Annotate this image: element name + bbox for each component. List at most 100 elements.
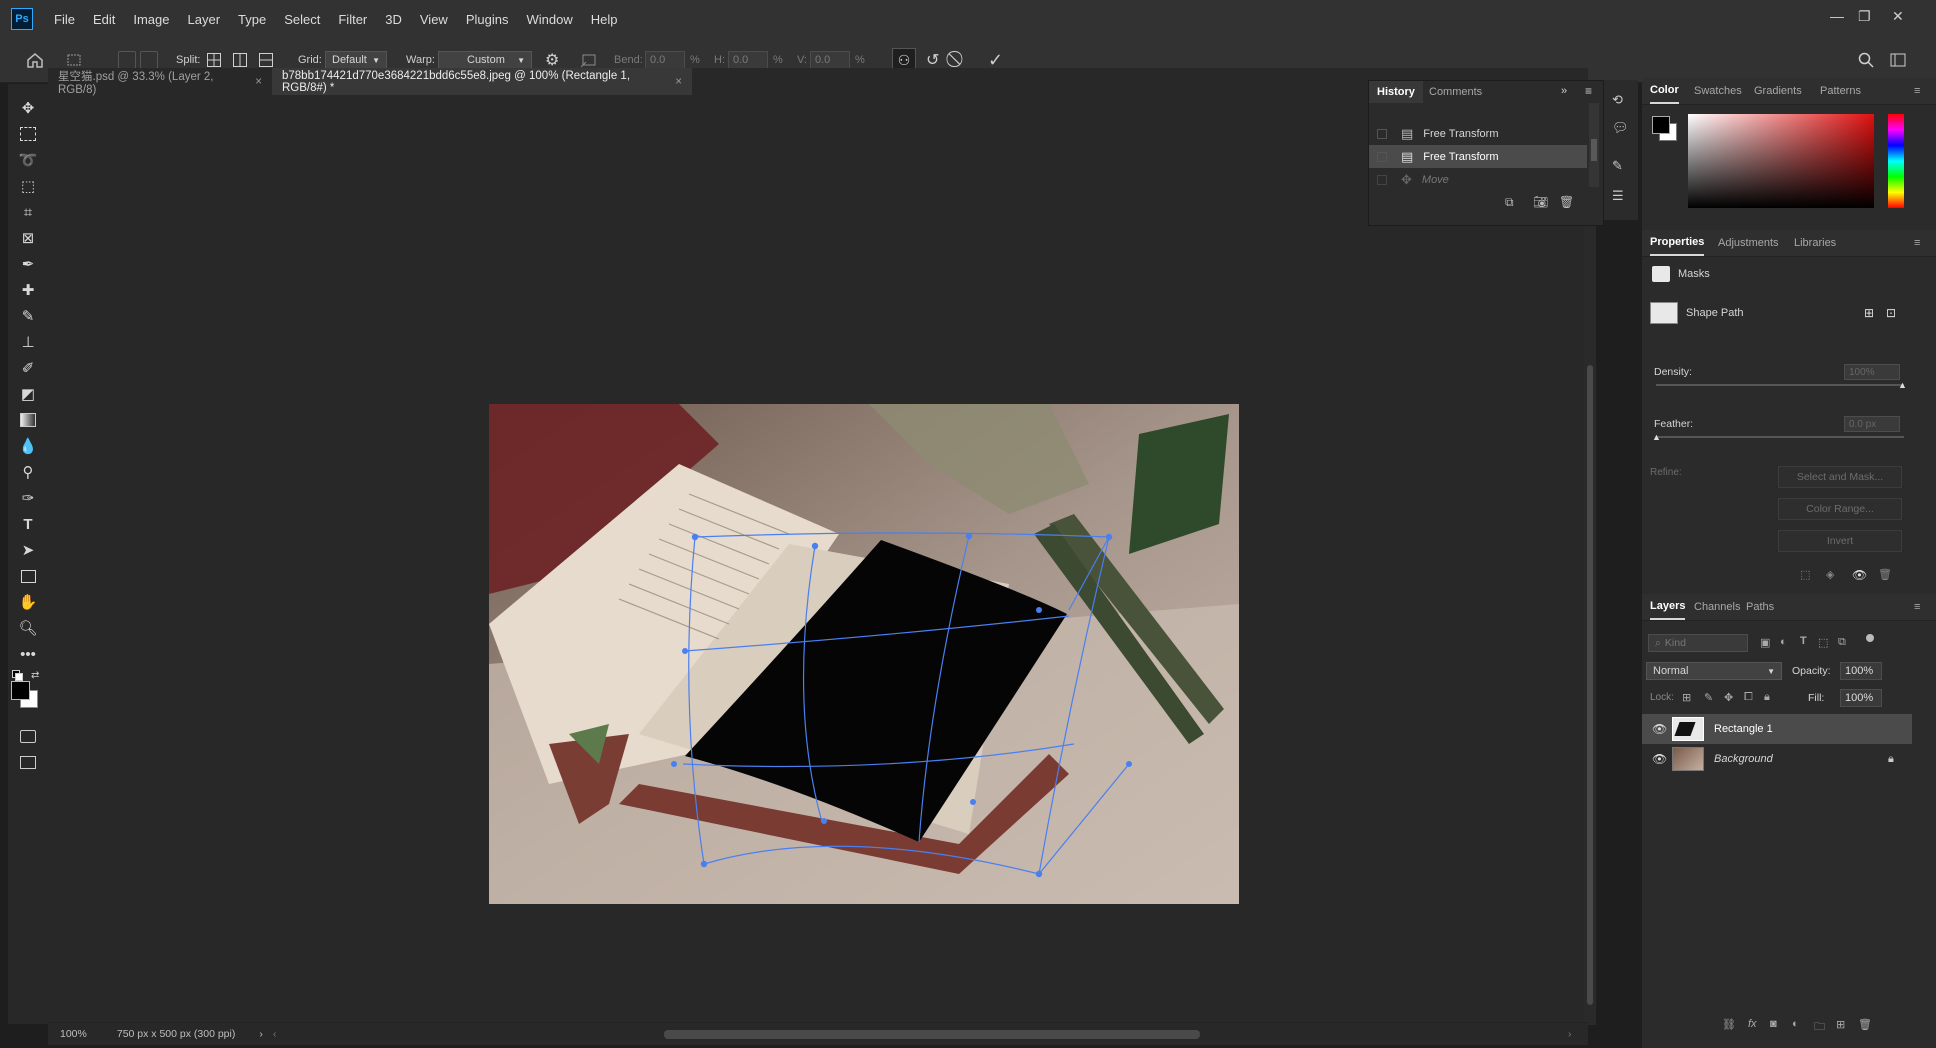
minimize-icon[interactable]: — [1830, 8, 1844, 24]
feather-field[interactable]: 0.0 px [1844, 416, 1900, 432]
lock-transparent-icon[interactable]: ⊞ [1682, 691, 1691, 704]
tab-channels[interactable]: Channels [1694, 594, 1740, 620]
panel-menu-icon[interactable]: ≡ [1914, 78, 1920, 104]
apply-mask-icon[interactable]: ◈ [1826, 568, 1834, 581]
add-vector-mask-icon[interactable]: ⊡ [1886, 306, 1896, 320]
pen-tool-icon[interactable]: ✑ [18, 488, 38, 508]
zoom-tool-icon[interactable]: 🔍︎ [18, 618, 38, 638]
menu-help[interactable]: Help [582, 12, 627, 27]
rectangle-tool-icon[interactable] [18, 566, 38, 586]
panel-menu-icon[interactable]: ≡ [1585, 84, 1592, 98]
layer-row-rectangle-1[interactable]: 👁︎ Rectangle 1 [1642, 714, 1912, 744]
tab-document-1[interactable]: 星空猫.psd @ 33.3% (Layer 2, RGB/8) × [48, 68, 272, 96]
close-window-icon[interactable]: ✕ [1892, 8, 1904, 25]
layer-name[interactable]: Background [1714, 753, 1773, 765]
link-layers-icon[interactable]: ⛓ [1722, 1018, 1736, 1031]
hue-slider[interactable] [1888, 114, 1904, 208]
bend-field[interactable]: 0.0 [645, 51, 685, 69]
color-range-button[interactable]: Color Range... [1778, 498, 1902, 520]
opacity-field[interactable]: 100% [1840, 662, 1882, 680]
menu-plugins[interactable]: Plugins [457, 12, 518, 27]
history-brush-tool-icon[interactable]: ✐ [18, 358, 38, 378]
tab-adjustments[interactable]: Adjustments [1718, 230, 1779, 256]
adjust-settings-icon[interactable]: ☰ [1612, 188, 1624, 204]
menu-edit[interactable]: Edit [84, 12, 124, 27]
history-scrollbar[interactable] [1589, 103, 1599, 187]
workspace-icon[interactable] [1890, 38, 1906, 82]
lock-artboard-icon[interactable]: ⧠ [1744, 691, 1753, 704]
brush-settings-icon[interactable]: ✎ [1612, 158, 1623, 174]
delete-mask-icon[interactable]: 🗑︎ [1878, 568, 1892, 581]
panel-menu-icon[interactable]: ≡ [1914, 230, 1920, 256]
dodge-tool-icon[interactable]: ⚲ [18, 462, 38, 482]
blend-mode-select[interactable]: Normal ▼ [1646, 662, 1782, 680]
layer-style-icon[interactable]: fx [1748, 1018, 1757, 1030]
blur-tool-icon[interactable]: 💧 [18, 436, 38, 456]
tab-history[interactable]: History [1369, 81, 1423, 103]
tab-patterns[interactable]: Patterns [1820, 78, 1861, 104]
eye-icon[interactable]: 👁︎ [1652, 722, 1667, 736]
snapshot-checkbox[interactable] [1377, 128, 1387, 139]
panel-menu-icon[interactable]: ≡ [1914, 594, 1920, 620]
collapse-panel-icon[interactable]: » [1561, 85, 1567, 97]
tab-properties[interactable]: Properties [1650, 230, 1705, 256]
scroll-left-icon[interactable]: ‹ [273, 1028, 277, 1040]
eye-icon[interactable]: 👁︎ [1652, 752, 1667, 766]
history-scroll-thumb[interactable] [1591, 139, 1597, 161]
tab-swatches[interactable]: Swatches [1694, 78, 1742, 104]
canvas-area[interactable] [48, 95, 1588, 1025]
close-tab-icon[interactable]: × [255, 76, 262, 88]
object-selection-tool-icon[interactable]: ⬚ [18, 176, 38, 196]
tab-document-2[interactable]: b78bb174421d770e3684221bdd6c55e8.jpeg @ … [272, 68, 692, 95]
quick-mask-icon[interactable] [18, 726, 38, 746]
healing-brush-tool-icon[interactable]: ✚ [18, 280, 38, 300]
lasso-tool-icon[interactable]: ➰ [18, 150, 38, 170]
tab-paths[interactable]: Paths [1746, 594, 1774, 620]
v-field[interactable]: 0.0 [810, 51, 850, 69]
status-menu-chevron-icon[interactable]: › [259, 1028, 263, 1040]
load-selection-icon[interactable]: ⬚ [1800, 568, 1810, 581]
comments-panel-icon[interactable]: 💬︎ [1612, 120, 1629, 136]
filter-shape-icon[interactable]: ⬚ [1818, 636, 1828, 649]
tab-libraries[interactable]: Libraries [1794, 230, 1836, 256]
vertical-scroll-thumb[interactable] [1587, 365, 1593, 1005]
menu-image[interactable]: Image [124, 12, 178, 27]
home-icon[interactable] [26, 38, 44, 82]
foreground-color-swatch[interactable] [1652, 116, 1670, 134]
add-mask-icon[interactable]: ◙ [1770, 1018, 1777, 1030]
menu-select[interactable]: Select [275, 12, 329, 27]
snapshot-checkbox[interactable] [1377, 151, 1387, 162]
foreground-color-swatch[interactable] [11, 681, 30, 700]
hand-tool-icon[interactable]: ✋ [18, 592, 38, 612]
menu-3d[interactable]: 3D [376, 12, 411, 27]
history-panel-icon[interactable]: ⟲ [1612, 92, 1623, 108]
history-item[interactable]: ▤ Free Transform [1369, 122, 1587, 145]
invert-button[interactable]: Invert [1778, 530, 1902, 552]
color-field[interactable] [1688, 114, 1874, 208]
close-tab-icon[interactable]: × [675, 76, 682, 88]
new-adjustment-layer-icon[interactable]: ◐ [1792, 1018, 1799, 1030]
density-slider[interactable] [1656, 384, 1904, 386]
tab-comments[interactable]: Comments [1421, 81, 1490, 103]
lock-pixels-icon[interactable]: ✎ [1704, 691, 1713, 704]
eyedropper-tool-icon[interactable]: ✒ [18, 254, 38, 274]
menu-view[interactable]: View [411, 12, 457, 27]
brush-tool-icon[interactable]: ✎ [18, 306, 38, 326]
default-colors-icon[interactable] [12, 670, 23, 681]
warp-select[interactable]: Custom ▼ [438, 51, 532, 69]
eye-icon[interactable]: 👁︎ [1852, 568, 1867, 582]
gradient-tool-icon[interactable] [18, 410, 38, 430]
menu-type[interactable]: Type [229, 12, 275, 27]
tab-gradients[interactable]: Gradients [1754, 78, 1802, 104]
grid-select[interactable]: Default ▼ [325, 51, 387, 69]
vertical-scrollbar[interactable] [1584, 95, 1596, 1025]
horizontal-scroll-thumb[interactable] [664, 1030, 1200, 1039]
layer-filter-input[interactable]: ⌕ Kind [1648, 634, 1748, 652]
snapshot-checkbox[interactable] [1377, 174, 1387, 185]
new-layer-icon[interactable]: ⊞ [1836, 1018, 1845, 1031]
layer-row-background[interactable]: 👁︎ Background 🔒︎ [1642, 744, 1912, 774]
marquee-tool-icon[interactable] [18, 124, 38, 144]
type-tool-icon[interactable]: T [18, 514, 38, 534]
tab-color[interactable]: Color [1650, 78, 1679, 104]
layer-name[interactable]: Rectangle 1 [1714, 723, 1773, 735]
